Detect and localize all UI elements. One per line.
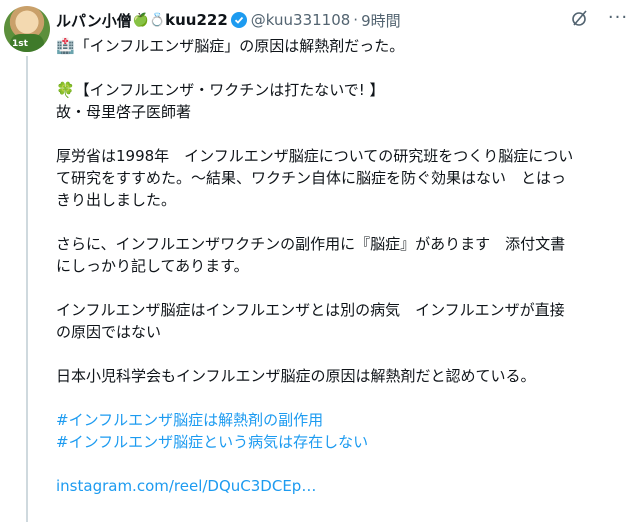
- display-name-suffix[interactable]: kuu222: [165, 11, 228, 29]
- post-actions-top: ···: [570, 8, 628, 28]
- post-text-line: の原因ではない: [56, 323, 162, 341]
- post-text-line: にしっかり記してあります。: [56, 257, 249, 275]
- thread-line: [26, 56, 28, 522]
- post-text-line: 日本小児科学会もインフルエンザ脳症の原因は解熱剤だと認めている。: [56, 367, 536, 385]
- hashtag-link[interactable]: #インフルエンザ脳症という病気は存在しない: [56, 431, 630, 453]
- display-name[interactable]: ルパン小僧: [56, 10, 132, 31]
- external-link[interactable]: instagram.com/reel/DQuC3DCEp…: [56, 475, 630, 497]
- post-text-line: きり出しました。: [56, 191, 177, 209]
- name-emoji: 🍏💍: [132, 12, 166, 28]
- post-text-line: て研究をすすめた。～結果、ワクチン自体に脳症を防ぐ効果はない とはっ: [56, 169, 567, 187]
- post-header: ルパン小僧 🍏💍 kuu222 @kuu331108 · 9時間: [56, 9, 401, 31]
- avatar[interactable]: 1st: [4, 6, 50, 52]
- post-text-line: 🏥「インフルエンザ脳症」の原因は解熱剤だった。: [56, 37, 405, 55]
- grok-icon[interactable]: [570, 8, 590, 28]
- post-text-line: インフルエンザ脳症はインフルエンザとは別の病気 インフルエンザが直接: [56, 301, 565, 319]
- handle[interactable]: @kuu331108: [251, 11, 351, 29]
- separator-dot: ·: [353, 11, 359, 29]
- avatar-badge: 1st: [12, 39, 28, 49]
- post-text-line: 厚労省は1998年 インフルエンザ脳症についての研究班をつくり脳症につい: [56, 147, 574, 165]
- timestamp[interactable]: 9時間: [361, 10, 401, 31]
- more-icon[interactable]: ···: [608, 8, 628, 28]
- post-text-line: 故・母里啓子医師著: [56, 103, 192, 121]
- post-text-line: さらに、インフルエンザワクチンの副作用に『脳症』があります 添付文書: [56, 235, 566, 253]
- verified-badge-icon: [230, 12, 247, 28]
- hashtag-link[interactable]: #インフルエンザ脳症は解熱剤の副作用: [56, 409, 630, 431]
- post-text-line: 🍀【インフルエンザ・ワクチンは打たないで! 】: [56, 81, 385, 99]
- post-body: 🏥「インフルエンザ脳症」の原因は解熱剤だった。 🍀【インフルエンザ・ワクチンは打…: [56, 35, 630, 497]
